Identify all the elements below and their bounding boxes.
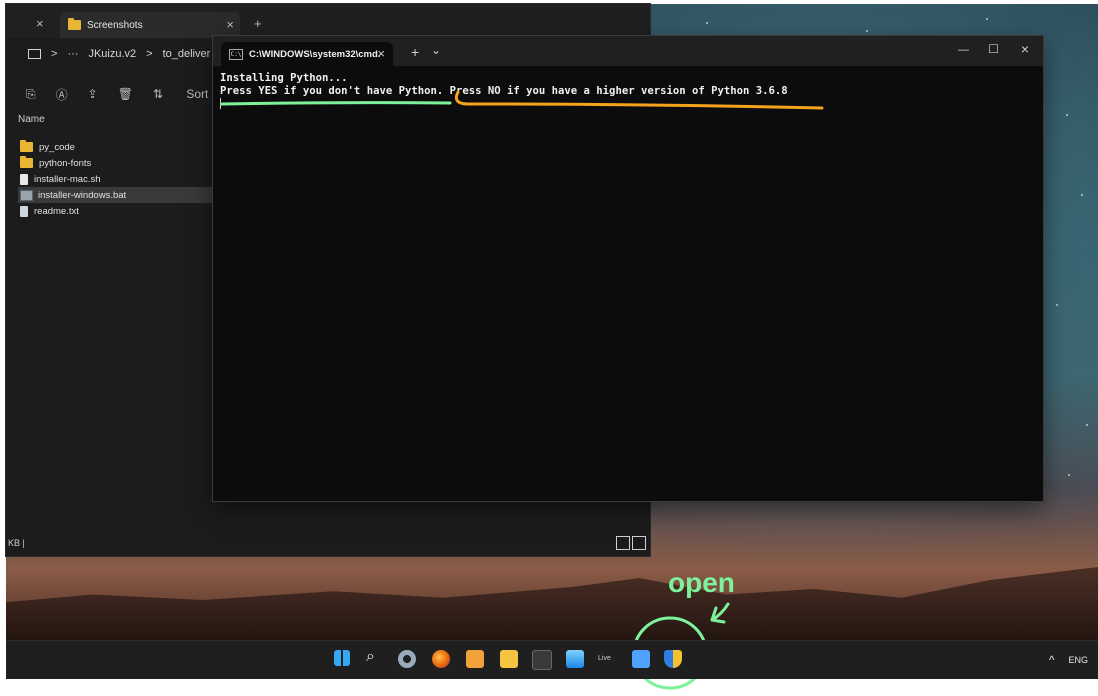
close-tab-icon[interactable]: × bbox=[377, 46, 385, 61]
breadcrumb-to-deliver[interactable]: to_deliver bbox=[163, 48, 211, 60]
file-name: readme.txt bbox=[34, 205, 79, 217]
list-item[interactable]: installer-mac.sh bbox=[18, 171, 216, 187]
new-tab-button[interactable]: + bbox=[411, 44, 419, 60]
list-item[interactable]: py_code bbox=[18, 139, 216, 155]
tab-screenshots[interactable]: Screenshots × bbox=[60, 12, 240, 38]
firefox-icon[interactable] bbox=[432, 650, 450, 668]
chevron-down-icon[interactable]: ⌄ bbox=[431, 43, 441, 57]
file-name: python-fonts bbox=[39, 157, 92, 169]
live-icon[interactable]: Live bbox=[598, 655, 616, 673]
maximize-button[interactable]: ☐ bbox=[988, 42, 999, 56]
breadcrumb-jkuizu[interactable]: JKuizu.v2 bbox=[88, 48, 136, 60]
terminal-icon[interactable] bbox=[532, 650, 552, 670]
tiles-view-icon[interactable] bbox=[632, 536, 646, 550]
notepad-icon[interactable] bbox=[632, 650, 650, 668]
list-item[interactable]: installer-windows.bat bbox=[18, 187, 216, 203]
windows-start-icon[interactable] bbox=[334, 650, 350, 666]
file-name: installer-windows.bat bbox=[38, 189, 127, 201]
tab-title: C:\WINDOWS\system32\cmd. bbox=[249, 48, 381, 60]
list-item[interactable]: readme.txt bbox=[18, 203, 216, 219]
search-icon[interactable]: ⌕ bbox=[366, 648, 384, 666]
breadcrumb-more[interactable]: ··· bbox=[67, 48, 78, 60]
terminal-line: Press YES if you don't have Python. bbox=[220, 85, 444, 97]
uac-shield-icon[interactable] bbox=[664, 650, 682, 668]
tray-chevron-icon[interactable]: ^ bbox=[1049, 653, 1055, 667]
file-name: installer-mac.sh bbox=[34, 173, 101, 185]
terminal-output[interactable]: Installing Python... Press YES if you do… bbox=[220, 72, 788, 113]
cmd-icon: C:\ bbox=[229, 48, 243, 60]
terminal-window: C:\ C:\WINDOWS\system32\cmd. × + ⌄ — ☐ ×… bbox=[213, 36, 1043, 501]
sort-button[interactable]: ⇅ Sort bbox=[153, 87, 208, 101]
folder-icon bbox=[20, 156, 33, 168]
close-button[interactable]: × bbox=[1021, 41, 1029, 57]
minimize-button[interactable]: — bbox=[958, 44, 969, 56]
tab-cmd[interactable]: C:\ C:\WINDOWS\system32\cmd. × bbox=[221, 42, 393, 66]
file-list: Name py_code python-fonts installer-mac.… bbox=[18, 114, 216, 219]
list-item[interactable]: python-fonts bbox=[18, 155, 216, 171]
language-indicator[interactable]: ENG bbox=[1068, 655, 1088, 665]
view-toggle bbox=[616, 536, 646, 550]
details-view-icon[interactable] bbox=[616, 536, 630, 550]
close-tab-icon[interactable]: × bbox=[36, 16, 44, 31]
column-header-name[interactable]: Name bbox=[18, 114, 216, 125]
terminal-line: Installing Python... bbox=[220, 72, 348, 84]
sort-label: Sort bbox=[186, 87, 209, 101]
folder-icon bbox=[68, 18, 81, 30]
batch-file-icon bbox=[20, 189, 33, 201]
file-icon bbox=[20, 173, 28, 185]
status-text: KB | bbox=[8, 538, 25, 548]
breadcrumb-sep: > bbox=[51, 48, 58, 60]
text-cursor bbox=[220, 98, 221, 109]
taskbar: ⌕ Live ^ ENG bbox=[6, 640, 1098, 679]
copy-icon[interactable]: ⎘ bbox=[26, 87, 36, 102]
breadcrumb-sep: > bbox=[146, 48, 153, 60]
terminal-line: Press NO if you have a higher version of… bbox=[443, 85, 788, 97]
new-tab-button[interactable]: + bbox=[254, 16, 262, 31]
photos-icon[interactable] bbox=[566, 650, 584, 668]
monitor-icon bbox=[28, 49, 41, 59]
delete-icon[interactable]: 🗑 bbox=[118, 87, 133, 101]
status-bar: KB | bbox=[6, 534, 650, 552]
share-icon[interactable]: ⇪ bbox=[88, 87, 98, 101]
file-explorer-icon[interactable] bbox=[500, 650, 518, 668]
folder-icon bbox=[20, 140, 33, 152]
close-tab-icon[interactable]: × bbox=[226, 17, 234, 32]
rename-icon[interactable]: Ⓐ bbox=[56, 86, 68, 103]
terminal-titlebar: C:\ C:\WINDOWS\system32\cmd. × + ⌄ — ☐ × bbox=[213, 36, 1043, 66]
sublime-icon[interactable] bbox=[466, 650, 484, 668]
explorer-tabbar: × Screenshots × + bbox=[6, 4, 650, 38]
settings-icon[interactable] bbox=[398, 650, 416, 668]
tab-title: Screenshots bbox=[87, 19, 143, 31]
file-name: py_code bbox=[39, 141, 75, 153]
system-tray: ^ ENG bbox=[1049, 653, 1088, 667]
text-file-icon bbox=[20, 205, 28, 217]
